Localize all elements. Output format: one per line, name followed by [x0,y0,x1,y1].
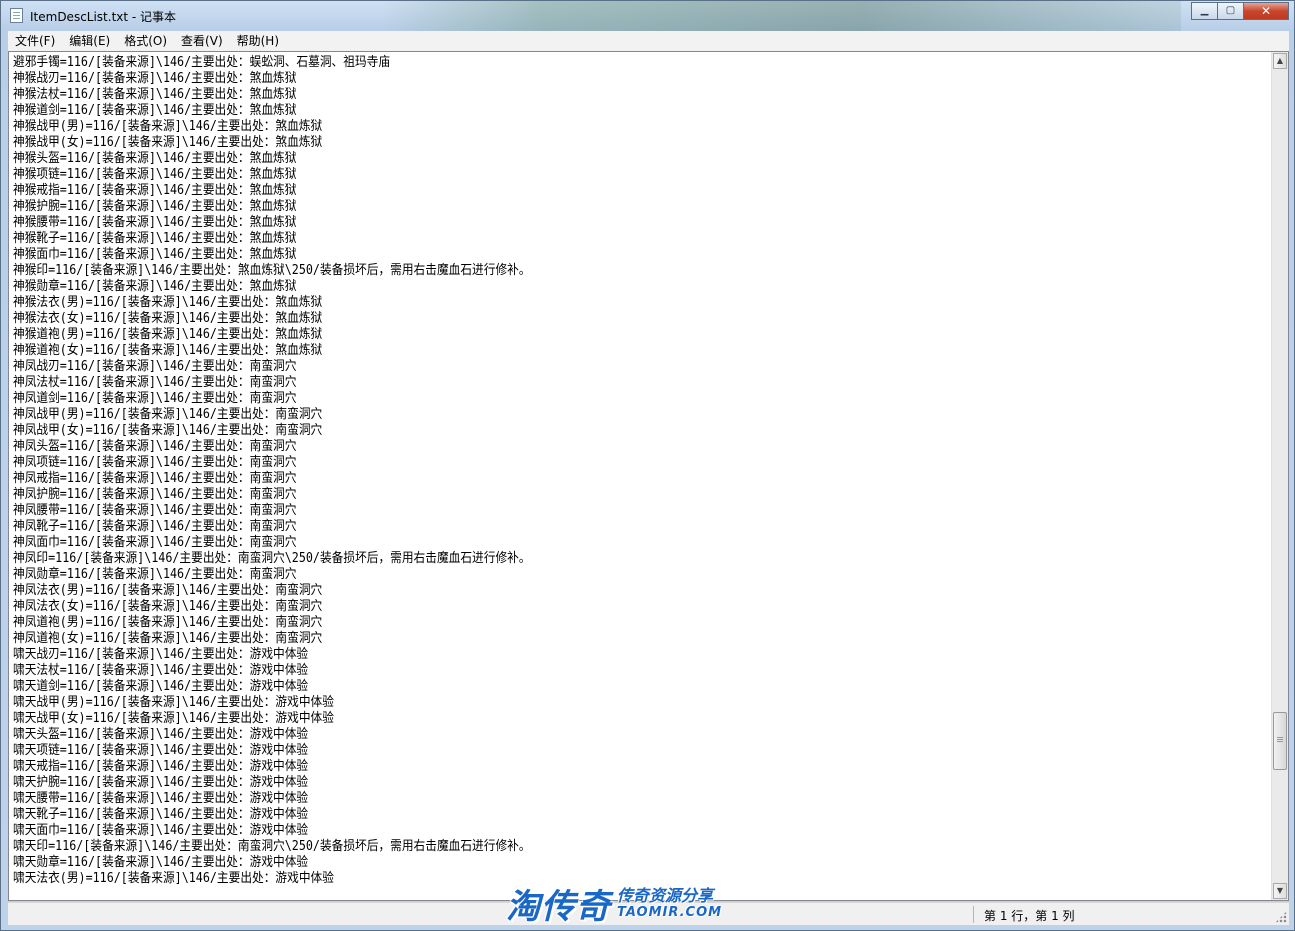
text-line: 神凤印=116/[装备来源]\146/主要出处：南蛮洞穴\250/装备损坏后，需… [13,551,531,566]
text-line: 神猴面巾=116/[装备来源]\146/主要出处：煞血炼狱 [13,247,297,262]
text-line: 神凤戒指=116/[装备来源]\146/主要出处：南蛮洞穴 [13,471,297,486]
text-line: 啸天印=116/[装备来源]\146/主要出处：南蛮洞穴\250/装备损坏后，需… [13,839,531,854]
scroll-thumb[interactable] [1273,712,1287,771]
text-line: 神凤道袍(女)=116/[装备来源]\146/主要出处：南蛮洞穴 [13,631,323,646]
text-line: 神猴战刃=116/[装备来源]\146/主要出处：煞血炼狱 [13,71,297,86]
title-bar[interactable]: ItemDescList.txt - 记事本 ▁ ▢ ✕ [1,1,1294,31]
watermark-url: TAOMIR.COM [617,904,723,920]
menu-bar: 文件(F) 编辑(E) 格式(O) 查看(V) 帮助(H) [8,31,1289,51]
notepad-window: ItemDescList.txt - 记事本 ▁ ▢ ✕ 文件(F) 编辑(E)… [0,0,1295,931]
text-line: 神猴项链=116/[装备来源]\146/主要出处：煞血炼狱 [13,167,297,182]
text-line: 神凤靴子=116/[装备来源]\146/主要出处：南蛮洞穴 [13,519,297,534]
text-line: 神猴护腕=116/[装备来源]\146/主要出处：煞血炼狱 [13,199,297,214]
text-line: 神凤法衣(男)=116/[装备来源]\146/主要出处：南蛮洞穴 [13,583,323,598]
text-line: 神猴法衣(男)=116/[装备来源]\146/主要出处：煞血炼狱 [13,295,323,310]
text-line: 神凤腰带=116/[装备来源]\146/主要出处：南蛮洞穴 [13,503,297,518]
text-line: 神凤面巾=116/[装备来源]\146/主要出处：南蛮洞穴 [13,535,297,550]
text-line: 啸天戒指=116/[装备来源]\146/主要出处：游戏中体验 [13,759,309,774]
text-line: 神猴戒指=116/[装备来源]\146/主要出处：煞血炼狱 [13,183,297,198]
text-line: 神猴勋章=116/[装备来源]\146/主要出处：煞血炼狱 [13,279,297,294]
text-line: 啸天道剑=116/[装备来源]\146/主要出处：游戏中体验 [13,679,309,694]
text-line: 啸天护腕=116/[装备来源]\146/主要出处：游戏中体验 [13,775,309,790]
text-line: 神凤勋章=116/[装备来源]\146/主要出处：南蛮洞穴 [13,567,297,582]
notepad-app-icon[interactable] [10,8,23,23]
text-line: 避邪手镯=116/[装备来源]\146/主要出处：蜈蚣洞、石墓洞、祖玛寺庙 [13,55,391,70]
text-line: 啸天头盔=116/[装备来源]\146/主要出处：游戏中体验 [13,727,309,742]
text-line: 神猴战甲(男)=116/[装备来源]\146/主要出处：煞血炼狱 [13,119,323,134]
menu-file[interactable]: 文件(F) [8,31,62,51]
scroll-up-button[interactable]: ▲ [1273,53,1287,69]
watermark-sub-text: 传奇资源分享 [617,885,714,905]
text-line: 啸天靴子=116/[装备来源]\146/主要出处：游戏中体验 [13,807,309,822]
maximize-button[interactable]: ▢ [1217,2,1244,20]
text-line: 啸天勋章=116/[装备来源]\146/主要出处：游戏中体验 [13,855,309,870]
text-line: 神猴法杖=116/[装备来源]\146/主要出处：煞血炼狱 [13,87,297,102]
text-line: 神凤道剑=116/[装备来源]\146/主要出处：南蛮洞穴 [13,391,297,406]
watermark-side: 传奇资源分享 TAOMIR.COM [617,885,723,920]
vertical-scrollbar[interactable]: ▲ ▼ [1271,52,1288,900]
close-button[interactable]: ✕ [1243,2,1289,20]
cursor-position: 第 1 行，第 1 列 [984,909,1075,923]
watermark-logo: 淘传奇 传奇资源分享 TAOMIR.COM [506,881,723,927]
menu-edit[interactable]: 编辑(E) [62,31,117,51]
text-line: 啸天战刃=116/[装备来源]\146/主要出处：游戏中体验 [13,647,309,662]
text-line: 神猴战甲(女)=116/[装备来源]\146/主要出处：煞血炼狱 [13,135,323,150]
text-line: 神凤法衣(女)=116/[装备来源]\146/主要出处：南蛮洞穴 [13,599,323,614]
text-line: 啸天项链=116/[装备来源]\146/主要出处：游戏中体验 [13,743,309,758]
text-line: 神凤战刃=116/[装备来源]\146/主要出处：南蛮洞穴 [13,359,297,374]
window-controls: ▁ ▢ ✕ [1191,2,1289,20]
text-line: 神凤道袍(男)=116/[装备来源]\146/主要出处：南蛮洞穴 [13,615,323,630]
text-line: 神猴法衣(女)=116/[装备来源]\146/主要出处：煞血炼狱 [13,311,323,326]
text-line: 神凤护腕=116/[装备来源]\146/主要出处：南蛮洞穴 [13,487,297,502]
status-divider [973,906,974,923]
text-line: 神凤战甲(女)=116/[装备来源]\146/主要出处：南蛮洞穴 [13,423,323,438]
menu-format[interactable]: 格式(O) [117,31,174,51]
text-line: 神猴靴子=116/[装备来源]\146/主要出处：煞血炼狱 [13,231,297,246]
text-line: 啸天面巾=116/[装备来源]\146/主要出处：游戏中体验 [13,823,309,838]
minimize-button[interactable]: ▁ [1191,2,1218,20]
text-line: 啸天法杖=116/[装备来源]\146/主要出处：游戏中体验 [13,663,309,678]
text-editor[interactable]: 避邪手镯=116/[装备来源]\146/主要出处：蜈蚣洞、石墓洞、祖玛寺庙 神猴战… [9,52,1272,900]
scroll-down-button[interactable]: ▼ [1273,883,1287,899]
text-line: 神猴头盔=116/[装备来源]\146/主要出处：煞血炼狱 [13,151,297,166]
text-line: 啸天战甲(男)=116/[装备来源]\146/主要出处：游戏中体验 [13,695,334,710]
window-title: ItemDescList.txt - 记事本 [30,10,177,24]
resize-grip-icon[interactable] [1275,911,1287,923]
text-line: 神凤法杖=116/[装备来源]\146/主要出处：南蛮洞穴 [13,375,297,390]
text-line: 神猴腰带=116/[装备来源]\146/主要出处：煞血炼狱 [13,215,297,230]
text-line: 神凤战甲(男)=116/[装备来源]\146/主要出处：南蛮洞穴 [13,407,323,422]
text-line: 神凤项链=116/[装备来源]\146/主要出处：南蛮洞穴 [13,455,297,470]
watermark-main-text: 淘传奇 [506,886,611,927]
text-line: 神猴道剑=116/[装备来源]\146/主要出处：煞血炼狱 [13,103,297,118]
text-line: 神凤头盔=116/[装备来源]\146/主要出处：南蛮洞穴 [13,439,297,454]
text-line: 神猴道袍(男)=116/[装备来源]\146/主要出处：煞血炼狱 [13,327,323,342]
editor-pane: 避邪手镯=116/[装备来源]\146/主要出处：蜈蚣洞、石墓洞、祖玛寺庙 神猴战… [8,51,1289,901]
text-line: 啸天腰带=116/[装备来源]\146/主要出处：游戏中体验 [13,791,309,806]
menu-help[interactable]: 帮助(H) [230,31,286,51]
text-line: 神猴印=116/[装备来源]\146/主要出处：煞血炼狱\250/装备损坏后，需… [13,263,531,278]
text-line: 啸天战甲(女)=116/[装备来源]\146/主要出处：游戏中体验 [13,711,334,726]
title-bar-background [381,1,1181,31]
text-line: 神猴道袍(女)=116/[装备来源]\146/主要出处：煞血炼狱 [13,343,323,358]
menu-view[interactable]: 查看(V) [174,31,230,51]
